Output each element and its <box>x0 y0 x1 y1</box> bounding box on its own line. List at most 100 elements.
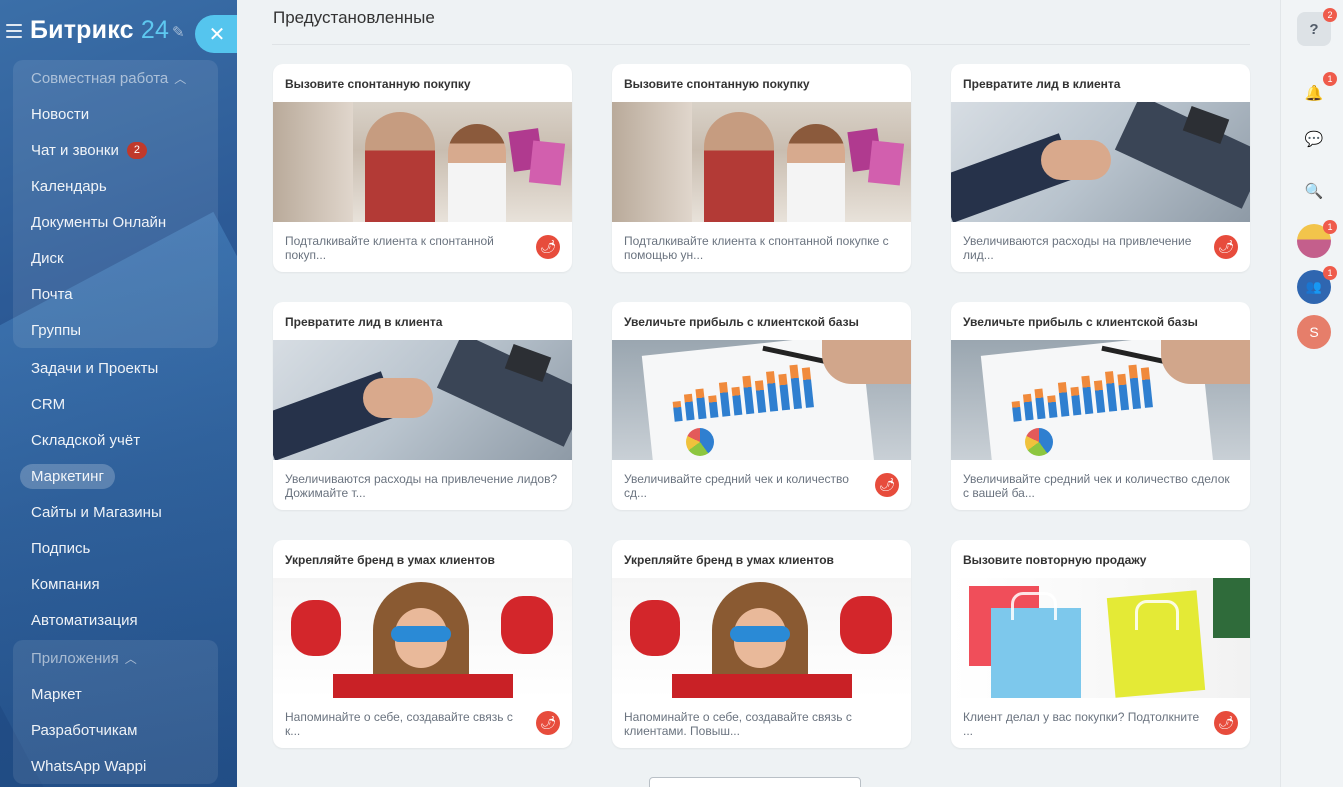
counter-badge: 2 <box>126 141 147 159</box>
divider <box>272 44 1250 45</box>
help-badge: 2 <box>1323 8 1337 22</box>
sidebar-item-automation[interactable]: Автоматизация <box>0 602 237 638</box>
card-title: Вызовите спонтанную покупку <box>624 77 810 91</box>
right-rail: ? 2 🔔 1 💬 🔍 1 👥 1 S <box>1280 0 1343 787</box>
fire-icon: 🌶 <box>536 711 560 735</box>
card-title: Вызовите спонтанную покупку <box>285 77 471 91</box>
sidebar-item-company[interactable]: Компания <box>0 566 237 602</box>
sidebar-item-market[interactable]: Маркет <box>13 676 218 712</box>
sidebar-item-label: Автоматизация <box>31 611 138 629</box>
close-slider-button[interactable]: ✕ <box>195 15 239 53</box>
sidebar-item-label: Компания <box>31 575 100 593</box>
scenario-card[interactable]: Вызовите повторную продажу Клиент делал … <box>951 540 1250 748</box>
card-image-superhero-kid <box>612 578 911 698</box>
sidebar-item-label: Складской учёт <box>31 431 141 449</box>
card-image-chart-paper <box>951 340 1250 460</box>
notification-badge: 1 <box>1323 72 1337 86</box>
sidebar-item-disk[interactable]: Диск <box>13 240 218 276</box>
sidebar-item-groups[interactable]: Группы <box>13 312 218 348</box>
question-icon: ? <box>1309 20 1319 38</box>
logo[interactable]: Битрикс 24 <box>30 16 169 45</box>
scenario-card[interactable]: Превратите лид в клиента Увеличиваются р… <box>951 64 1250 272</box>
avatar-badge: 1 <box>1323 266 1337 280</box>
group-collab-header[interactable]: Совместная работа ︿ <box>13 60 218 96</box>
sidebar-item-whatsapp[interactable]: WhatsApp Wappi <box>13 748 218 784</box>
edit-pencil-icon[interactable]: ✎ <box>172 23 185 41</box>
logo-number: 24 <box>140 16 170 44</box>
section-title: Предустановленные <box>273 8 435 27</box>
card-description: Клиент делал у вас покупки? Подтолкните … <box>963 710 1200 738</box>
sidebar-item-label: Маркетинг <box>20 463 115 489</box>
card-title: Укрепляйте бренд в умах клиентов <box>624 553 834 567</box>
card-description: Напоминайте о себе, создавайте связь с к… <box>624 710 852 738</box>
card-image-chart-paper <box>612 340 911 460</box>
sidebar-item-label: Подпись <box>31 539 91 557</box>
sidebar-item-news[interactable]: Новости <box>13 96 218 132</box>
card-title: Превратите лид в клиента <box>285 315 443 329</box>
card-image-handshake <box>951 102 1250 222</box>
search-button[interactable]: 🔍 <box>1297 174 1331 208</box>
search-icon: 🔍 <box>1304 183 1324 200</box>
group-apps-header[interactable]: Приложения ︿ <box>13 640 218 676</box>
sidebar-item-label: WhatsApp Wappi <box>31 757 147 775</box>
card-image-shopping-couple <box>612 102 911 222</box>
sidebar-item-sign[interactable]: Подпись <box>0 530 237 566</box>
group-apps: Приложения ︿ Маркет Разработчикам WhatsA… <box>13 640 218 784</box>
fire-icon: 🌶 <box>1214 711 1238 735</box>
scenario-card[interactable]: Укрепляйте бренд в умах клиентов Напомин… <box>273 540 572 748</box>
menu-icon[interactable] <box>6 24 22 38</box>
sidebar-item-label: Маркет <box>31 685 82 703</box>
group-chat-avatar[interactable]: 👥 1 <box>1297 266 1337 304</box>
sidebar-item-label: Диск <box>31 249 64 267</box>
left-sidebar: Битрикс 24 ✎ Совместная работа ︿ Новости… <box>0 0 237 787</box>
card-image-superhero-kid <box>273 578 572 698</box>
card-title: Увеличьте прибыль с клиентской базы <box>963 315 1198 329</box>
sidebar-item-label: Календарь <box>31 177 107 195</box>
scenario-card[interactable]: Вызовите спонтанную покупку Подталкивайт… <box>612 64 911 272</box>
sidebar-item-label: Сайты и Магазины <box>31 503 162 521</box>
card-image-shopping-couple <box>273 102 572 222</box>
sidebar-item-docs[interactable]: Документы Онлайн <box>13 204 218 240</box>
card-description: Подталкивайте клиента к спонтанной покуп… <box>285 234 494 262</box>
sidebar-item-label: Чат и звонки <box>31 141 119 159</box>
fire-icon: 🌶 <box>1214 235 1238 259</box>
load-more-button[interactable] <box>649 777 861 787</box>
card-description: Увеличивайте средний чек и количество сд… <box>963 472 1230 500</box>
fire-icon: 🌶 <box>875 473 899 497</box>
card-description: Напоминайте о себе, создавайте связь с к… <box>285 710 513 738</box>
scenario-card[interactable]: Укрепляйте бренд в умах клиентов Напомин… <box>612 540 911 748</box>
card-image-handshake <box>273 340 572 460</box>
scenario-card[interactable]: Увеличьте прибыль с клиентской базы Увел… <box>612 302 911 510</box>
messenger-button[interactable]: 💬 <box>1297 122 1331 156</box>
group-title: Приложения <box>31 649 119 667</box>
group-icon: 👥 <box>1305 279 1323 294</box>
card-image-shopping-bags <box>951 578 1250 698</box>
card-description: Увеличиваются расходы на привлечение лид… <box>285 472 558 500</box>
scenario-card[interactable]: Вызовите спонтанную покупку Подталкивайт… <box>273 64 572 272</box>
fire-icon: 🌶 <box>536 235 560 259</box>
help-button[interactable]: ? 2 <box>1297 8 1337 46</box>
sidebar-item-calendar[interactable]: Календарь <box>13 168 218 204</box>
contact-avatar[interactable]: 1 <box>1297 220 1337 258</box>
sidebar-item-tasks[interactable]: Задачи и Проекты <box>0 350 237 386</box>
card-description: Увеличивайте средний чек и количество сд… <box>624 472 849 500</box>
scenario-card[interactable]: Превратите лид в клиента Увеличиваются р… <box>273 302 572 510</box>
bell-icon: 🔔 <box>1304 85 1324 102</box>
sidebar-item-crm[interactable]: CRM <box>0 386 237 422</box>
sidebar-item-label: Почта <box>31 285 73 303</box>
sidebar-item-label: Разработчикам <box>31 721 138 739</box>
sidebar-item-mail[interactable]: Почта <box>13 276 218 312</box>
sidebar-item-marketing[interactable]: Маркетинг <box>0 458 237 494</box>
sidebar-item-inventory[interactable]: Складской учёт <box>0 422 237 458</box>
sidebar-item-sites[interactable]: Сайты и Магазины <box>0 494 237 530</box>
user-avatar[interactable]: S <box>1297 315 1331 349</box>
card-title: Укрепляйте бренд в умах клиентов <box>285 553 495 567</box>
chevron-up-icon: ︿ <box>124 651 137 666</box>
card-title: Вызовите повторную продажу <box>963 553 1147 567</box>
notifications-button[interactable]: 🔔 1 <box>1297 72 1337 110</box>
sidebar-item-chat[interactable]: Чат и звонки 2 <box>13 132 218 168</box>
sidebar-nav: Совместная работа ︿ Новости Чат и звонки… <box>0 60 237 784</box>
scenario-card[interactable]: Увеличьте прибыль с клиентской базы Увел… <box>951 302 1250 510</box>
sidebar-item-developers[interactable]: Разработчикам <box>13 712 218 748</box>
card-description: Подталкивайте клиента к спонтанной покуп… <box>624 234 889 262</box>
